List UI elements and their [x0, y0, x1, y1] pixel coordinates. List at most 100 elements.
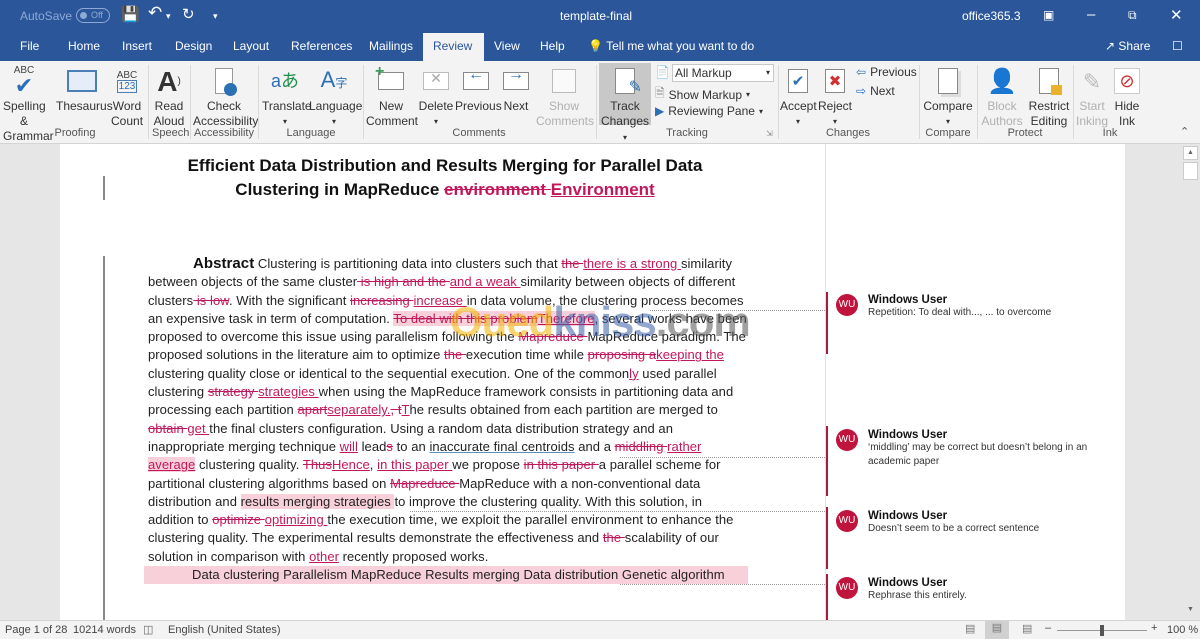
markup-select-value: All Markup — [675, 66, 732, 80]
spelling-grammar-button[interactable]: ABC ✔ Spelling & Grammar — [3, 63, 54, 144]
undo-icon[interactable]: ↶ — [148, 3, 162, 23]
thesaurus-button[interactable]: Thesaurus — [56, 63, 113, 114]
comments-pane-icon[interactable]: ☐ — [1162, 33, 1193, 61]
word-count[interactable]: 10214 words — [73, 624, 136, 636]
group-language: Language — [286, 127, 336, 139]
tab-file[interactable]: File — [10, 33, 49, 61]
markup-select[interactable]: All Markup ▾ — [672, 64, 774, 82]
collapse-ribbon-icon[interactable]: ⌃ — [1180, 125, 1189, 138]
comment-author: Windows User — [868, 294, 948, 306]
language-status[interactable]: English (United States) — [168, 624, 281, 636]
body-text: to an — [392, 438, 430, 454]
inserted-text: T — [401, 402, 410, 418]
deleted-text: is high and the — [357, 274, 450, 290]
scroll-thumb[interactable] — [1183, 162, 1198, 180]
zoom-slider-thumb[interactable] — [1100, 625, 1104, 636]
account-name[interactable]: office365.3 — [962, 9, 1021, 23]
web-layout-icon[interactable]: ▤ — [1022, 622, 1032, 635]
lightbulb-icon: 💡 — [588, 39, 603, 53]
compare-button[interactable]: Compare ▾ — [922, 63, 974, 129]
previous-change-icon: ⇦ — [856, 65, 867, 79]
previous-change-button[interactable]: ⇦ Previous — [856, 65, 917, 79]
start-inking-button[interactable]: ✎ Start Inking — [1075, 63, 1109, 129]
zoom-slider[interactable] — [1057, 625, 1147, 636]
new-comment-button[interactable]: + New Comment — [366, 63, 418, 129]
reviewing-pane-button[interactable]: ▶ Reviewing Pane ▾ — [655, 104, 763, 118]
reject-button[interactable]: ✖ Reject ▾ — [818, 63, 852, 129]
language-button[interactable]: A字 Language ▾ — [309, 63, 363, 129]
body-text: Clustering is partitioning data into clu… — [254, 256, 562, 271]
tab-help[interactable]: Help — [530, 33, 575, 61]
tab-layout[interactable]: Layout — [223, 33, 279, 61]
tab-insert[interactable]: Insert — [112, 33, 162, 61]
comment-bar — [826, 574, 828, 620]
next-change-button[interactable]: ⇨ Next — [856, 84, 895, 98]
customize-toolbar-icon[interactable]: ▾ — [213, 11, 218, 22]
tracking-dialog-launcher-icon[interactable]: ⇲ — [766, 129, 773, 138]
save-icon[interactable]: 💾 — [121, 5, 140, 23]
tab-design[interactable]: Design — [165, 33, 222, 61]
word-count-icon: ABC 123 — [116, 70, 138, 93]
restrict-editing-button[interactable]: Restrict Editing — [1027, 63, 1071, 129]
page-count[interactable]: Page 1 of 28 — [5, 624, 67, 636]
change-bar — [103, 176, 105, 200]
comment-3[interactable]: WU Windows User Doesn’t seem to be a corr… — [836, 510, 1108, 536]
accept-button[interactable]: ✔ Accept ▾ — [780, 63, 817, 129]
read-mode-icon[interactable]: ▤ — [965, 622, 975, 635]
tab-mailings[interactable]: Mailings — [359, 33, 423, 61]
zoom-in-icon[interactable]: + — [1151, 622, 1157, 634]
previous-comment-button[interactable]: ← Previous — [455, 63, 502, 114]
minimize-icon[interactable]: – — [1087, 6, 1095, 23]
body-text: we propose — [452, 457, 524, 473]
next-comment-button[interactable]: → Next — [500, 63, 532, 114]
proofing-status-icon[interactable]: ◫ — [143, 623, 153, 636]
tab-review[interactable]: Review — [423, 33, 484, 61]
word-count-button[interactable]: ABC 123 Word Count — [111, 63, 143, 129]
deleted-text: Mapreduce — [390, 475, 460, 491]
redo-icon[interactable]: ↻ — [182, 5, 195, 23]
autosave-label: AutoSave — [20, 8, 73, 23]
group-proofing: Proofing — [54, 127, 96, 139]
print-layout-icon[interactable]: ▤ — [985, 621, 1009, 639]
show-comments-button[interactable]: Show Comments — [536, 63, 594, 129]
zoom-level[interactable]: 100 % — [1167, 624, 1198, 636]
tell-me-search[interactable]: 💡 Tell me what you want to do — [578, 33, 764, 61]
track-changes-button[interactable]: ✎ Track Changes ▾ — [599, 63, 651, 142]
title-bar: AutoSave Off 💾 ↶ ▾ ↻ ▾ template-final of… — [0, 0, 1200, 33]
comment-4[interactable]: WU Windows User Rephrase this entirely. — [836, 577, 1108, 603]
inserted-text: get — [187, 420, 210, 436]
check-accessibility-button[interactable]: Check Accessibility — [193, 63, 258, 129]
block-authors-button[interactable]: 👤 Block Authors — [979, 63, 1025, 129]
zoom-out-icon[interactable]: – — [1045, 622, 1051, 634]
scroll-down-icon[interactable]: ▼ — [1183, 604, 1198, 618]
tab-references[interactable]: References — [281, 33, 362, 61]
tab-view[interactable]: View — [484, 33, 530, 61]
restore-icon[interactable]: ⧉ — [1128, 8, 1137, 23]
deleted-text: optimize — [212, 512, 265, 528]
group-ink: Ink — [1102, 127, 1118, 139]
translate-button[interactable]: aあ Translate ▾ — [262, 63, 312, 129]
read-aloud-icon: A) — [157, 65, 181, 97]
abstract-paragraph[interactable]: Abstract Clustering is partitioning data… — [144, 255, 748, 585]
translate-label: Translate — [262, 99, 312, 113]
avatar: WU — [836, 510, 858, 532]
comment-2[interactable]: WU Windows User ‘middling’ may be correct… — [836, 429, 1108, 469]
show-markup-button[interactable]: 🗎 Show Markup ▾ — [655, 84, 750, 105]
scroll-up-icon[interactable]: ▲ — [1183, 146, 1198, 160]
deleted-text: strategy — [207, 384, 259, 400]
read-aloud-button[interactable]: A) Read Aloud — [152, 63, 186, 129]
next-change-label: Next — [870, 84, 895, 98]
autosave-toggle[interactable]: AutoSave Off — [20, 8, 111, 23]
language-label: Language — [309, 99, 363, 113]
previous-change-label: Previous — [870, 65, 917, 79]
ribbon-display-options-icon[interactable]: ▣ — [1043, 8, 1054, 22]
vertical-scrollbar[interactable]: ▲ ▼ — [1180, 144, 1200, 620]
tab-home[interactable]: Home — [58, 33, 110, 61]
share-button[interactable]: ↗ Share — [1095, 33, 1160, 61]
close-icon[interactable]: ✕ — [1170, 6, 1183, 24]
hide-ink-button[interactable]: ⊘ Hide Ink — [1110, 63, 1144, 129]
comment-text: ‘middling’ may be correct but doesn’t be… — [868, 442, 1088, 467]
comment-1[interactable]: WU Windows User Repetition: To deal with.… — [836, 294, 1108, 320]
delete-comment-button[interactable]: ✕ Delete ▾ — [418, 63, 454, 129]
undo-dropdown-icon[interactable]: ▾ — [166, 11, 171, 22]
